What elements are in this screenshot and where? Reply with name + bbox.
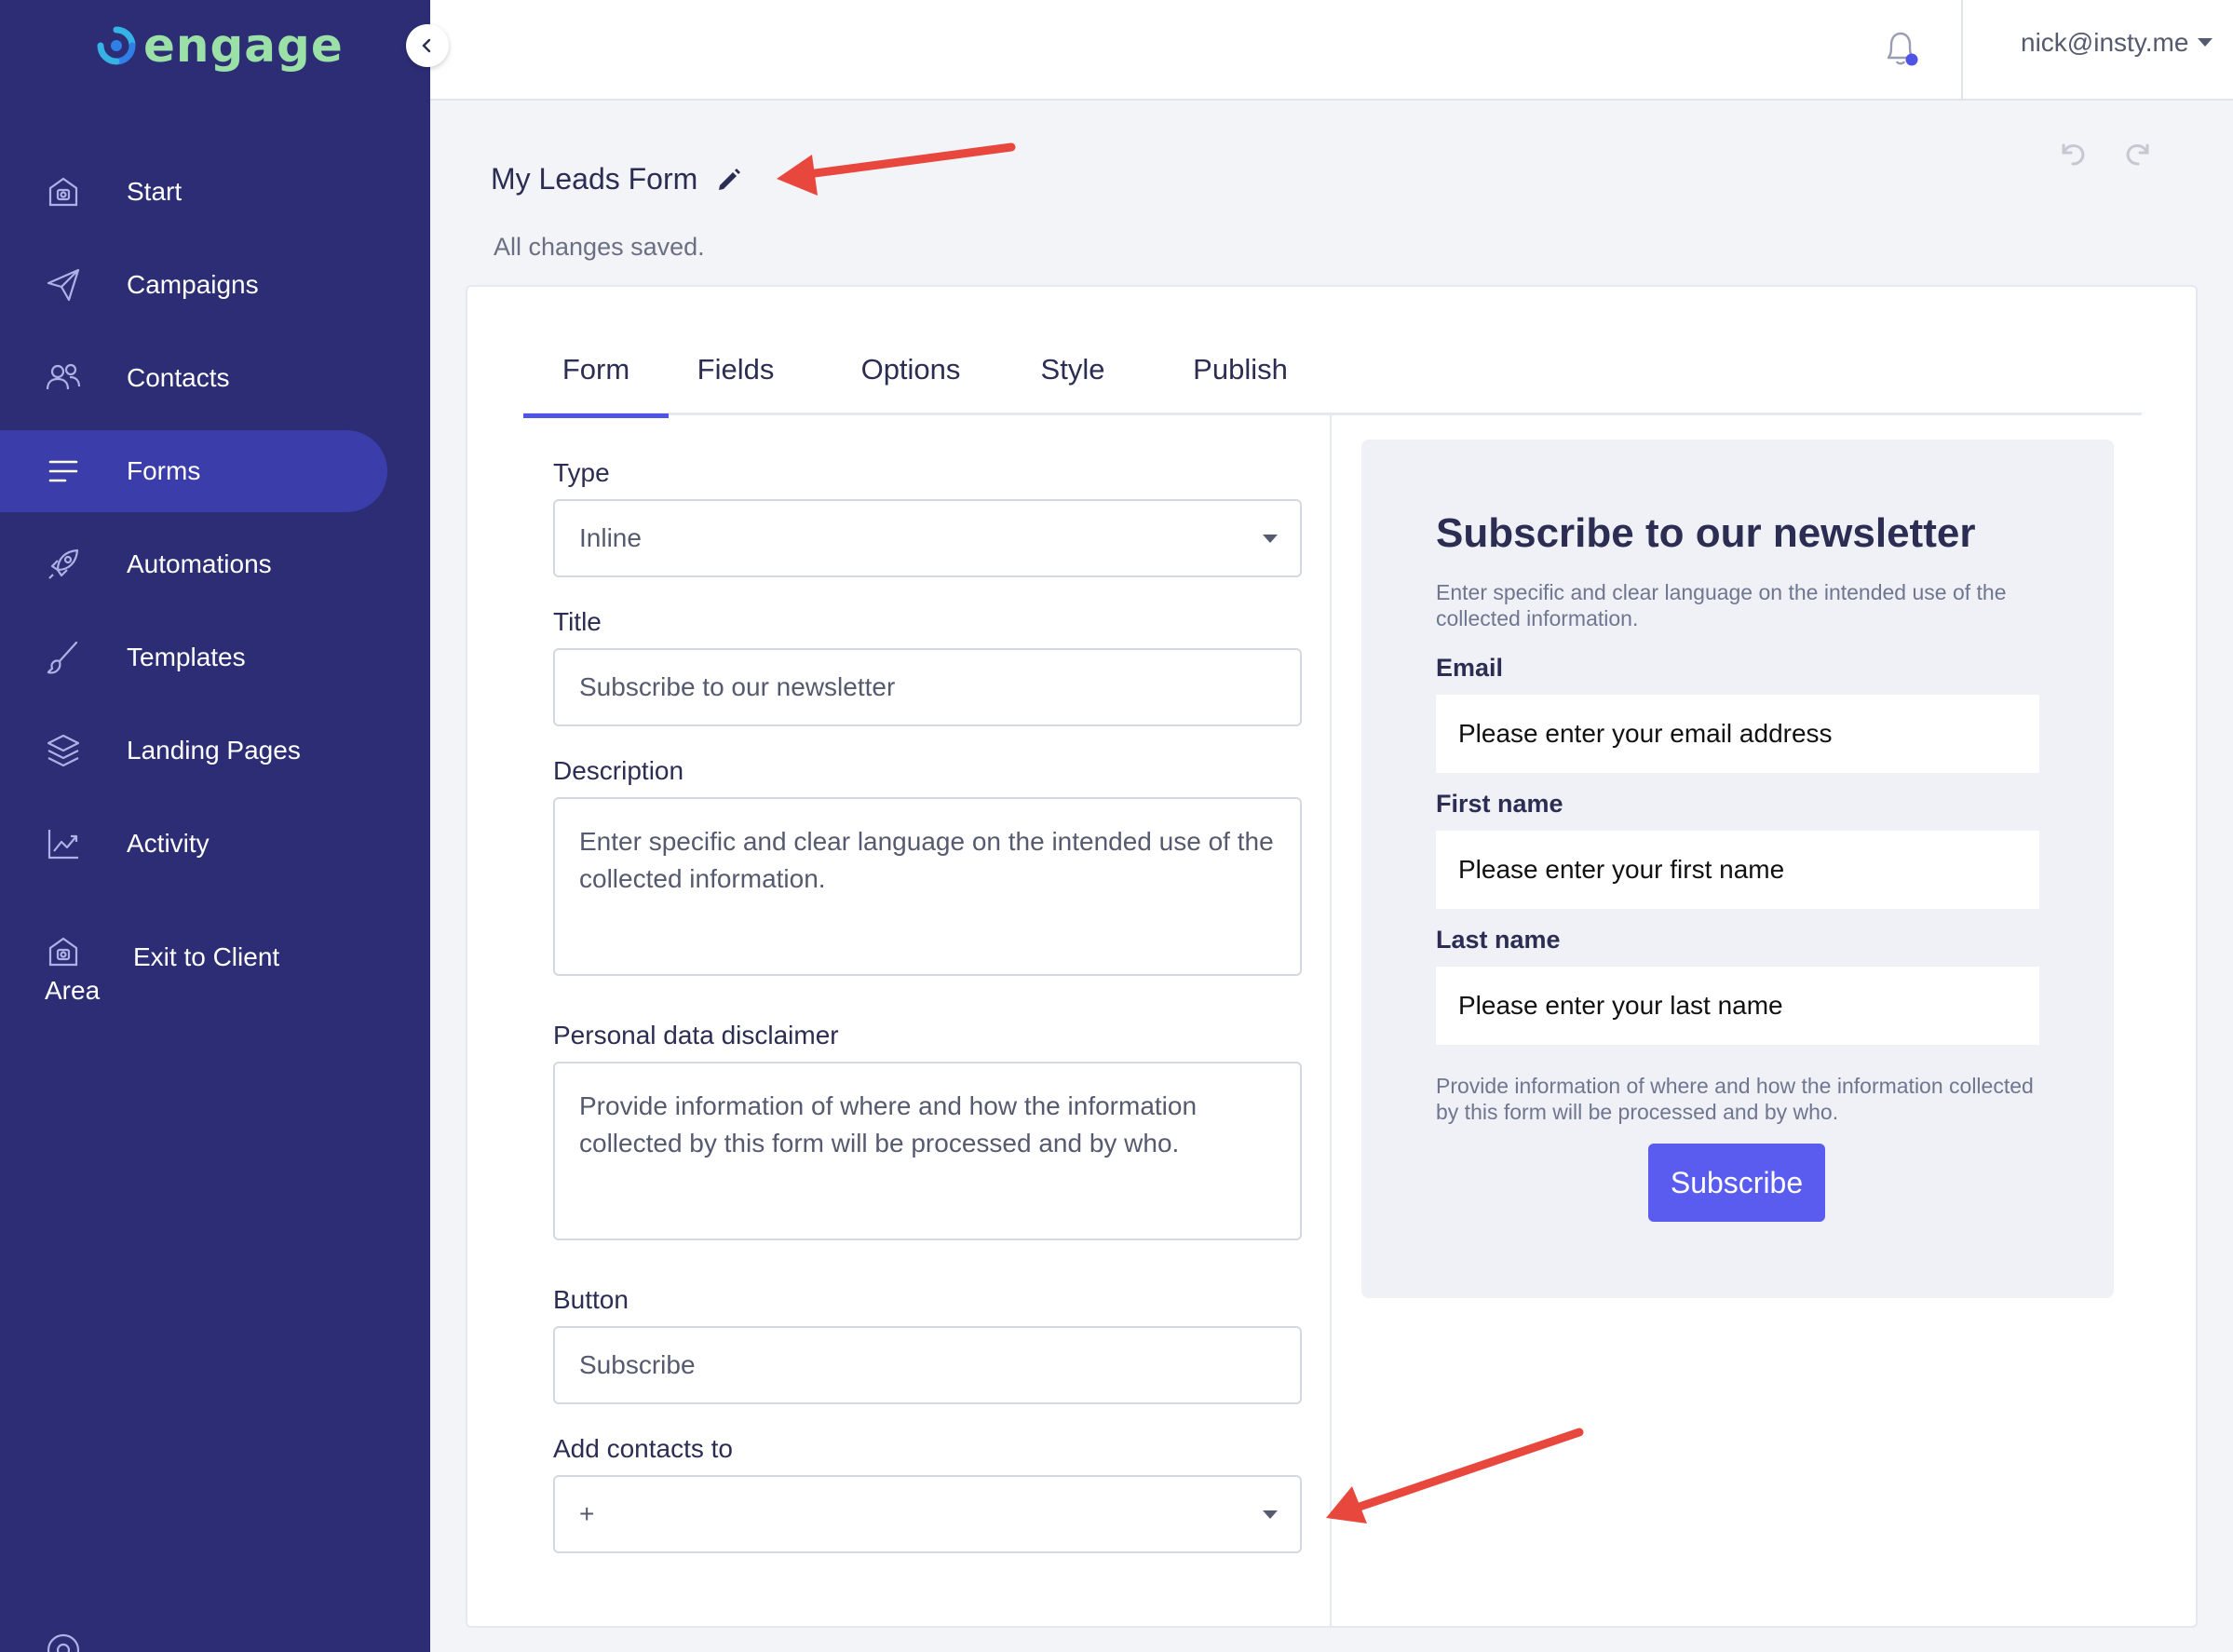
sidebar-item-label: Contacts bbox=[127, 363, 230, 392]
caret-down-icon bbox=[1263, 1510, 1278, 1519]
preview-first-name-input[interactable]: Please enter your first name bbox=[1436, 831, 2039, 909]
tab-form[interactable]: Form bbox=[523, 324, 669, 418]
description-textarea[interactable]: Enter specific and clear language on the… bbox=[553, 797, 1302, 976]
preview-subscribe-button[interactable]: Subscribe bbox=[1648, 1144, 1825, 1222]
sidebar-nav: Start Campaigns Contacts Forms Automatio… bbox=[0, 151, 430, 896]
button-text-input-value: Subscribe bbox=[579, 1350, 696, 1379]
type-select[interactable]: Inline bbox=[553, 499, 1302, 577]
layers-icon bbox=[47, 734, 80, 767]
title-input-value: Subscribe to our newsletter bbox=[579, 672, 896, 701]
sidebar-item-contacts[interactable]: Contacts bbox=[0, 337, 430, 419]
top-bar: nick@insty.me bbox=[430, 0, 2233, 101]
title-label: Title bbox=[553, 607, 602, 636]
preview-description: Enter specific and clear language on the… bbox=[1436, 580, 2007, 630]
preview-email-placeholder: Please enter your email address bbox=[1458, 719, 1833, 748]
paper-plane-icon bbox=[47, 268, 80, 302]
preview-last-name-input[interactable]: Please enter your last name bbox=[1436, 967, 2039, 1045]
sidebar-item-label: Activity bbox=[127, 829, 210, 858]
sidebar-item-exit-to-client-area[interactable]: Exit to Client Area bbox=[0, 922, 430, 1015]
preview-email-label: Email bbox=[1436, 654, 1504, 682]
sidebar-item-landing-pages[interactable]: Landing Pages bbox=[0, 710, 430, 792]
preview-first-name-label: First name bbox=[1436, 790, 1563, 818]
sidebar-item-label: Automations bbox=[127, 549, 272, 578]
caret-down-icon bbox=[2198, 38, 2213, 47]
exit-label-line2: Area bbox=[45, 976, 101, 1005]
form-title: My Leads Form bbox=[491, 162, 742, 196]
sidebar: engage Start Campaigns Contacts Forms Au… bbox=[0, 0, 430, 1652]
add-contacts-select-value: + bbox=[579, 1499, 595, 1528]
sidebar-item-label: Landing Pages bbox=[127, 736, 301, 765]
annotation-arrow-title bbox=[777, 142, 1016, 196]
collapse-sidebar-button[interactable] bbox=[406, 24, 449, 67]
sidebar-item-campaigns[interactable]: Campaigns bbox=[0, 244, 430, 326]
tab-publish[interactable]: Publish bbox=[1175, 324, 1306, 415]
brush-icon bbox=[47, 641, 78, 674]
home-icon bbox=[48, 177, 78, 207]
home-icon bbox=[48, 937, 78, 967]
rocket-icon bbox=[48, 548, 79, 579]
chevron-left-icon bbox=[422, 38, 431, 53]
disclaimer-textarea-value: Provide information of where and how the… bbox=[579, 1091, 1198, 1158]
preview-title: Subscribe to our newsletter bbox=[1436, 510, 1976, 556]
preview-last-name-label: Last name bbox=[1436, 926, 1561, 954]
sidebar-item-automations[interactable]: Automations bbox=[0, 523, 430, 605]
add-contacts-select[interactable]: + bbox=[553, 1475, 1302, 1553]
sidebar-item-activity[interactable]: Activity bbox=[0, 803, 430, 885]
engage-logo-icon bbox=[97, 26, 136, 65]
save-status: All changes saved. bbox=[494, 233, 705, 261]
help-icon[interactable] bbox=[45, 1632, 82, 1652]
form-preview: Subscribe to our newsletter Enter specif… bbox=[1361, 440, 2114, 1298]
description-label: Description bbox=[553, 756, 684, 785]
add-contacts-label: Add contacts to bbox=[553, 1434, 734, 1463]
sidebar-item-templates[interactable]: Templates bbox=[0, 616, 430, 698]
preview-disclaimer: Provide information of where and how the… bbox=[1436, 1074, 2034, 1124]
type-label: Type bbox=[553, 458, 610, 487]
pencil-icon[interactable] bbox=[716, 167, 742, 193]
preview-first-name-placeholder: Please enter your first name bbox=[1458, 855, 1785, 884]
tab-fields[interactable]: Fields bbox=[678, 324, 793, 415]
redo-icon[interactable] bbox=[2119, 134, 2157, 171]
button-text-input[interactable]: Subscribe bbox=[553, 1326, 1302, 1404]
sidebar-item-label: Start bbox=[127, 177, 183, 206]
users-icon bbox=[46, 363, 81, 390]
notification-bell-icon[interactable] bbox=[1881, 26, 1922, 71]
sidebar-item-label: Campaigns bbox=[127, 270, 259, 299]
disclaimer-textarea[interactable]: Provide information of where and how the… bbox=[553, 1062, 1302, 1240]
editor-tabs: Form Fields Options Style Publish bbox=[523, 324, 2142, 418]
sidebar-item-label: Forms bbox=[127, 456, 201, 485]
annotation-arrow-add-contacts bbox=[1326, 1428, 1584, 1523]
preview-last-name-placeholder: Please enter your last name bbox=[1458, 991, 1783, 1020]
preview-email-input[interactable]: Please enter your email address bbox=[1436, 695, 2039, 773]
user-email: nick@insty.me bbox=[2021, 28, 2189, 57]
type-select-value: Inline bbox=[579, 523, 642, 552]
tab-style[interactable]: Style bbox=[1017, 324, 1129, 415]
sidebar-item-forms[interactable]: Forms bbox=[0, 430, 430, 512]
user-menu[interactable]: nick@insty.me bbox=[2021, 28, 2213, 58]
caret-down-icon bbox=[1263, 535, 1278, 543]
brand-name: engage bbox=[143, 19, 344, 73]
exit-label-line1: Exit to Client bbox=[133, 942, 280, 971]
disclaimer-label: Personal data disclaimer bbox=[553, 1021, 839, 1049]
undo-icon[interactable] bbox=[2054, 134, 2091, 171]
list-icon bbox=[48, 460, 78, 482]
description-textarea-value: Enter specific and clear language on the… bbox=[579, 827, 1274, 893]
sidebar-item-label: Templates bbox=[127, 643, 246, 671]
chart-icon bbox=[47, 830, 78, 860]
title-input[interactable]: Subscribe to our newsletter bbox=[553, 648, 1302, 726]
top-bar-divider bbox=[1961, 0, 1963, 101]
tab-options[interactable]: Options bbox=[846, 324, 976, 415]
brand-logo[interactable]: engage bbox=[97, 19, 344, 73]
button-label: Button bbox=[553, 1285, 629, 1314]
sidebar-item-start[interactable]: Start bbox=[0, 151, 430, 233]
form-name: My Leads Form bbox=[491, 162, 698, 196]
